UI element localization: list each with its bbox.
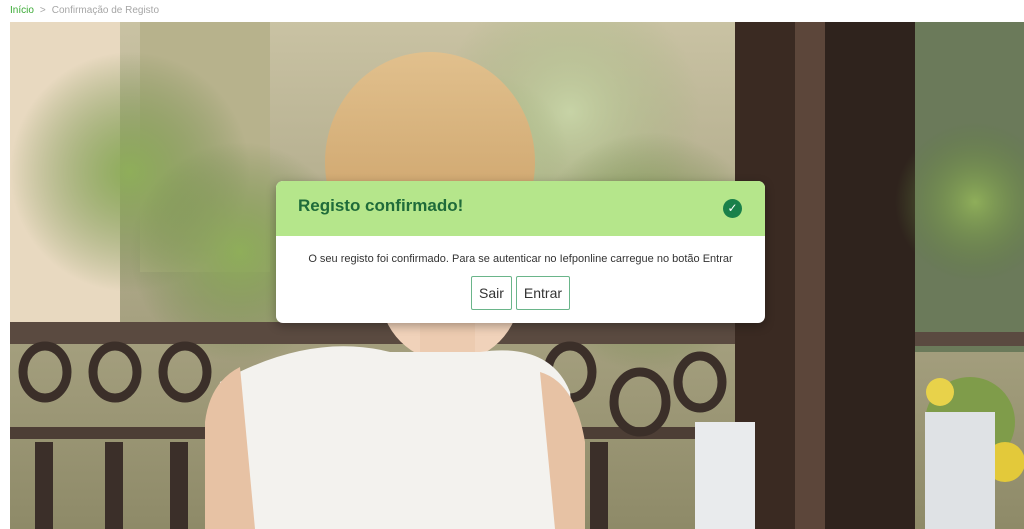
login-button[interactable]: Entrar <box>515 276 571 310</box>
breadcrumb-home-link[interactable]: Início <box>10 5 34 16</box>
dialog-title: Registo confirmado! <box>298 196 464 215</box>
exit-button[interactable]: Sair <box>470 276 512 310</box>
registration-confirmed-dialog: Registo confirmado! ✓ O seu registo foi … <box>276 181 765 323</box>
breadcrumb-current: Confirmação de Registo <box>51 5 160 16</box>
dialog-body: O seu registo foi confirmado. Para se au… <box>276 236 765 323</box>
breadcrumb: Início > Confirmação de Registo <box>10 0 159 22</box>
dialog-actions: Sair Entrar <box>276 276 765 310</box>
breadcrumb-separator: > <box>39 5 46 16</box>
dialog-header: Registo confirmado! ✓ <box>276 181 765 236</box>
dialog-message: O seu registo foi confirmado. Para se au… <box>308 253 733 265</box>
check-circle-icon: ✓ <box>723 199 742 218</box>
